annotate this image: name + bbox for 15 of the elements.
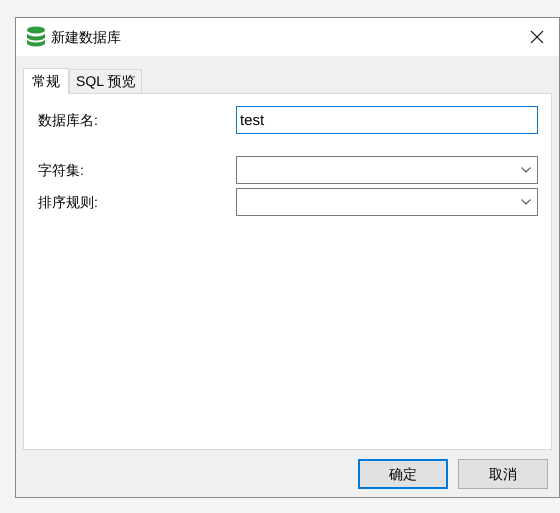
dropdown[interactable] — [236, 188, 538, 216]
dropdown[interactable] — [236, 156, 538, 184]
dialog-button[interactable]: 确定 — [358, 459, 448, 489]
close-icon — [530, 30, 544, 44]
dialog-button[interactable]: 取消 — [458, 459, 548, 489]
field-label: 字符集: — [38, 160, 85, 180]
field-label: 数据库名: — [38, 110, 99, 130]
window-title: 新建数据库 — [51, 28, 121, 46]
chevron-down-icon — [521, 167, 531, 173]
tab[interactable]: SQL 预览 — [69, 69, 142, 93]
tab[interactable]: 常规 — [23, 68, 69, 94]
field-label: 排序规则: — [38, 192, 99, 212]
chevron-down-icon — [521, 199, 531, 205]
input-field[interactable]: test — [236, 106, 538, 134]
database-icon — [26, 26, 46, 48]
